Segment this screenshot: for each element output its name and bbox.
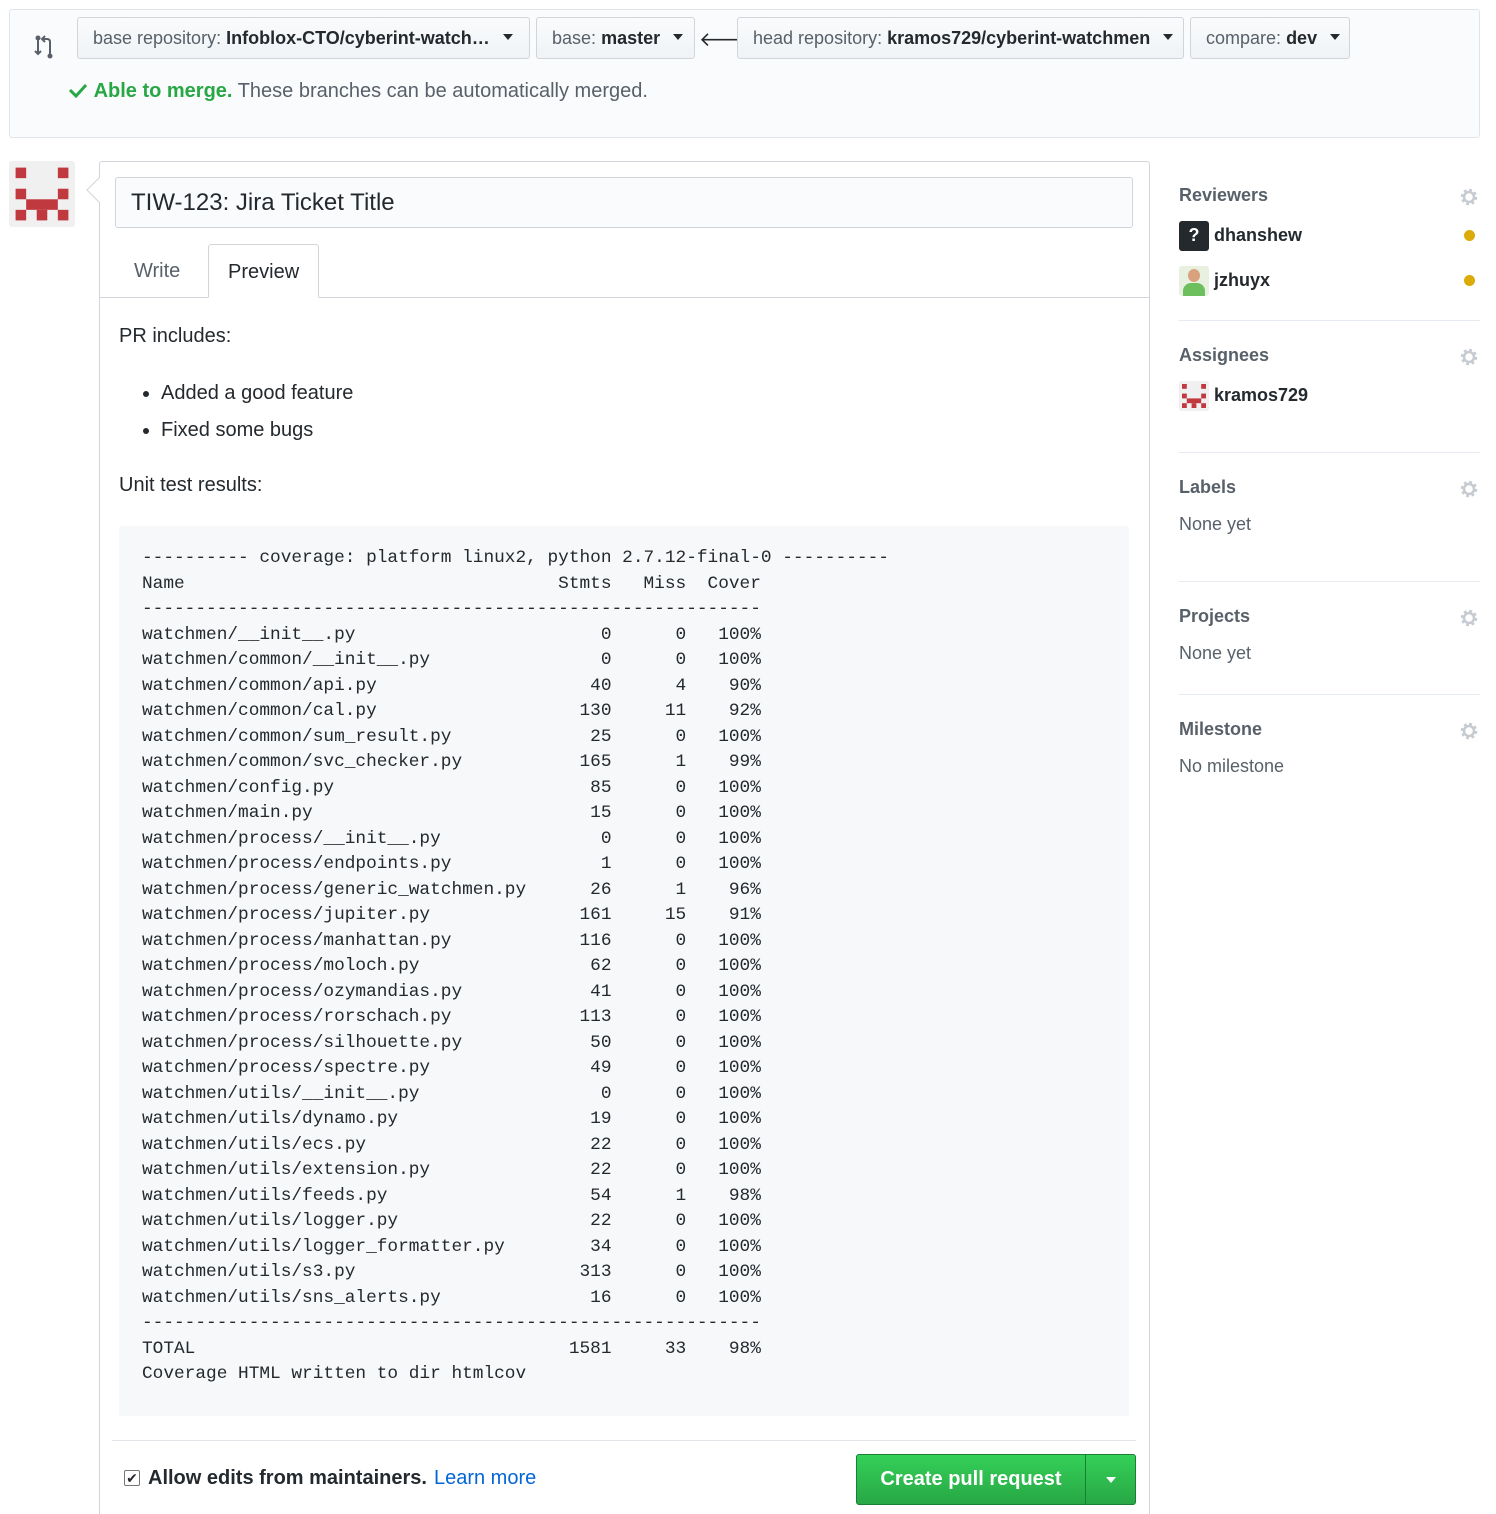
head-repository-select[interactable]: head repository: kramos729/cyberint-watc…: [737, 17, 1184, 59]
reviewer-item[interactable]: ? dhanshew: [1179, 213, 1480, 258]
list-item: Added a good feature: [161, 375, 1129, 412]
reviewer-name[interactable]: dhanshew: [1214, 225, 1302, 246]
create-options-dropdown[interactable]: [1086, 1455, 1135, 1504]
reviewer-name[interactable]: jzhuyx: [1214, 270, 1270, 291]
assignees-heading: Assignees: [1179, 345, 1270, 365]
gear-icon[interactable]: [1458, 607, 1480, 629]
preview-body: PR includes: Added a good feature Fixed …: [119, 320, 1129, 501]
caret-down-icon: [1163, 34, 1174, 41]
avatar: [1179, 265, 1209, 296]
caret-down-icon: [1330, 34, 1341, 41]
preview-intro: PR includes:: [119, 325, 232, 347]
reviewers-section: Reviewers ? dhanshew jzhuyx: [1179, 177, 1480, 321]
caret-down-icon: [673, 34, 684, 41]
assignees-section: Assignees kramos729: [1179, 337, 1480, 453]
coverage-code-block: ---------- coverage: platform linux2, py…: [119, 526, 1129, 1416]
sidebar: Reviewers ? dhanshew jzhuyx Assignees kr…: [1179, 177, 1480, 805]
compare-branch-select[interactable]: compare: dev: [1190, 17, 1350, 59]
learn-more-link[interactable]: Learn more: [434, 1467, 536, 1490]
allow-edits-option: ✔ Allow edits from maintainers. Learn mo…: [124, 1467, 536, 1490]
projects-heading: Projects: [1179, 606, 1251, 626]
compare-arrows-icon: [34, 35, 53, 59]
identicon-avatar: [1179, 380, 1209, 411]
milestone-empty: No milestone: [1179, 756, 1285, 776]
allow-edits-checkbox[interactable]: ✔: [124, 1469, 140, 1486]
preview-bullet-list: Added a good feature Fixed some bugs: [161, 375, 1129, 449]
pending-review-dot: [1464, 275, 1475, 286]
tab-write[interactable]: Write: [115, 244, 199, 298]
assignee-name[interactable]: kramos729: [1214, 385, 1308, 406]
create-pull-request-label[interactable]: Create pull request: [857, 1455, 1086, 1504]
allow-edits-label: Allow edits from maintainers.: [148, 1467, 427, 1489]
caret-down-icon: [1105, 1476, 1116, 1483]
gear-icon[interactable]: [1458, 720, 1480, 742]
avatar: ?: [1179, 220, 1209, 251]
results-label: Unit test results:: [119, 474, 263, 496]
gear-icon[interactable]: [1458, 346, 1480, 368]
gear-icon[interactable]: [1458, 478, 1480, 500]
milestone-section: Milestone No milestone: [1179, 695, 1480, 805]
pr-title-input[interactable]: TIW-123: Jira Ticket Title: [115, 177, 1133, 228]
milestone-heading: Milestone: [1179, 719, 1263, 739]
projects-section: Projects None yet: [1179, 582, 1480, 695]
base-repository-select[interactable]: base repository: Infoblox-CTO/cyberint-w…: [77, 17, 530, 59]
create-pull-request-button[interactable]: Create pull request: [856, 1454, 1136, 1505]
reviewer-item[interactable]: jzhuyx: [1179, 258, 1480, 303]
check-icon: [68, 83, 88, 99]
caret-down-icon: [502, 34, 513, 41]
pending-review-dot: [1464, 230, 1475, 241]
tab-preview[interactable]: Preview: [208, 244, 320, 298]
labels-section: Labels None yet: [1179, 469, 1480, 582]
coverage-report: ---------- coverage: platform linux2, py…: [142, 548, 889, 1384]
labels-heading: Labels: [1179, 477, 1237, 497]
reviewers-heading: Reviewers: [1179, 185, 1269, 205]
identicon-avatar[interactable]: [9, 161, 75, 227]
gear-icon[interactable]: [1458, 186, 1480, 208]
projects-empty: None yet: [1179, 643, 1252, 663]
assignee-item[interactable]: kramos729: [1179, 373, 1480, 418]
list-item: Fixed some bugs: [161, 412, 1129, 449]
identicon-image: [15, 167, 69, 221]
base-branch-select[interactable]: base: master: [536, 17, 695, 59]
form-footer-divider: [112, 1440, 1136, 1441]
merge-status: Able to merge. These branches can be aut…: [68, 80, 648, 103]
labels-empty: None yet: [1179, 514, 1252, 534]
